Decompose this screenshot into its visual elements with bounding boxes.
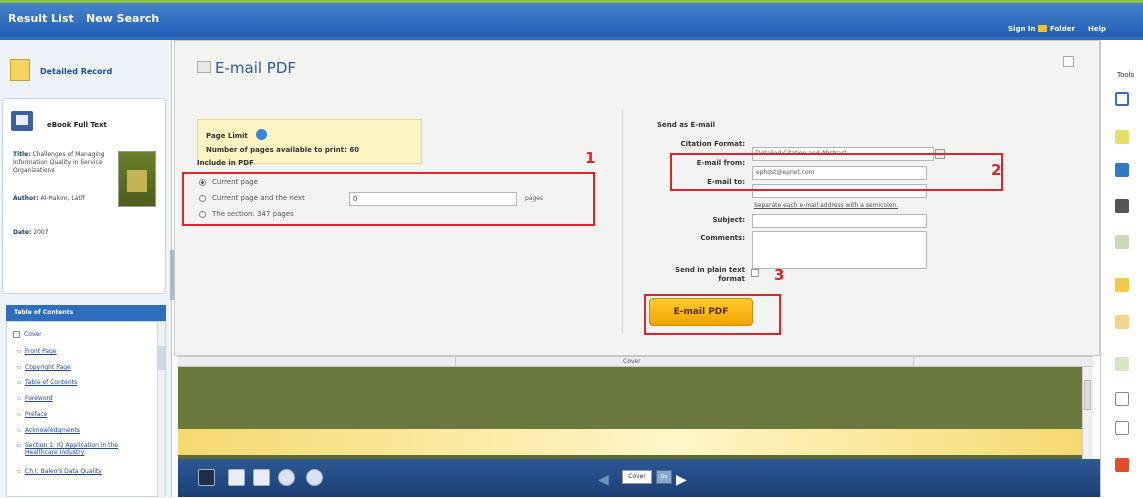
top-navigation-bar: Result List New Search Sign In Folder He… <box>0 0 1143 37</box>
segment-divider <box>913 357 914 367</box>
toc-cover-node[interactable]: Cover <box>13 331 42 338</box>
viewer-section-bar: Cover <box>178 356 1093 367</box>
folder-icon[interactable] <box>1038 25 1047 32</box>
close-icon[interactable] <box>1063 56 1074 67</box>
left-sidebar: Detailed Record eBook Full Text Title: C… <box>0 40 172 498</box>
pdf-icon <box>197 61 211 73</box>
book-page-view <box>178 367 1082 429</box>
folder-tool-icon[interactable] <box>1115 278 1129 292</box>
previous-page-icon[interactable]: ◀ <box>598 472 609 488</box>
viewer-scroll-thumb[interactable] <box>1084 380 1091 410</box>
toc-item[interactable]: Front Page <box>17 348 57 355</box>
annotation-number-2: 2 <box>991 161 1002 179</box>
zoom-in-icon[interactable] <box>306 469 323 486</box>
folder-link[interactable]: Folder <box>1050 25 1075 33</box>
page-number-box[interactable]: Cover <box>622 470 652 484</box>
annotation-box-1 <box>182 172 595 226</box>
print-tool-icon[interactable] <box>1115 199 1129 213</box>
segment-divider <box>455 357 456 367</box>
link-icon[interactable] <box>1115 392 1129 406</box>
toc-item[interactable]: Foreword <box>17 395 53 402</box>
detailed-record-label: Detailed Record <box>40 67 113 76</box>
title-meta: Title: Challenges of Managing Informatio… <box>13 151 105 174</box>
dialog-title: E-mail PDF <box>215 59 297 77</box>
single-page-icon[interactable] <box>228 469 245 486</box>
plain-text-label: Send in plain text format <box>675 266 745 283</box>
book-cover-thumbnail[interactable] <box>118 151 156 207</box>
toc-item[interactable]: Preface <box>17 411 47 418</box>
ebook-icon <box>11 111 33 131</box>
search-icon[interactable] <box>1115 92 1129 106</box>
ebook-info-box: eBook Full Text Title: Challenges of Man… <box>2 98 166 294</box>
annotation-box-2 <box>670 153 1003 191</box>
date-meta: Date: 2007 <box>13 229 49 236</box>
tools-label: Tools <box>1117 71 1135 79</box>
include-heading: Include in PDF <box>197 159 254 167</box>
subject-label: Subject: <box>712 216 745 224</box>
ebook-full-text-link[interactable]: eBook Full Text <box>47 121 107 129</box>
note-icon[interactable] <box>1115 130 1129 144</box>
detailed-record-icon <box>10 59 30 81</box>
help-link[interactable]: Help <box>1088 25 1106 33</box>
toc-list: Cover Front Page Copyright Page Table of… <box>6 321 166 498</box>
help-icon[interactable] <box>256 129 267 140</box>
comments-label: Comments: <box>700 234 745 242</box>
citation-format-label: Citation Format: <box>680 140 745 148</box>
toc-item[interactable]: Table of Contents <box>17 379 77 386</box>
share-icon[interactable] <box>1115 458 1129 472</box>
viewer-toolbar: ◀ Cover Go ▶ <box>178 459 1100 497</box>
column-divider <box>622 109 623 334</box>
subject-field[interactable] <box>752 214 927 228</box>
page-icon[interactable] <box>253 469 270 486</box>
annotation-number-3: 3 <box>774 266 785 284</box>
detailed-record-link[interactable]: Detailed Record <box>6 54 166 84</box>
toc-scrollbar[interactable] <box>157 322 165 498</box>
page-limit-label: Page Limit <box>206 132 248 140</box>
toc-item[interactable]: Section 1: IQ Application in the Healthc… <box>17 442 145 456</box>
next-page-icon[interactable]: ▶ <box>676 472 687 488</box>
collapse-icon[interactable] <box>13 331 20 338</box>
export-icon[interactable] <box>1115 315 1129 329</box>
permalink-icon[interactable] <box>1115 421 1129 435</box>
email-to-hint: Separate each e-mail address with a semi… <box>754 202 899 209</box>
dictionary-icon[interactable] <box>1115 163 1129 177</box>
send-as-heading: Send as E-mail <box>657 121 716 129</box>
annotation-box-3 <box>644 294 781 335</box>
print-icon[interactable] <box>198 469 215 486</box>
top-accent-line <box>0 0 1143 3</box>
annotation-number-1: 1 <box>585 149 596 167</box>
result-list-link[interactable]: Result List <box>8 12 74 25</box>
toc-item[interactable]: Ch I: Baleo's Data Quality <box>17 468 102 475</box>
new-search-link[interactable]: New Search <box>86 12 159 25</box>
viewer-section-label: Cover <box>623 358 641 365</box>
cite-icon[interactable] <box>1115 357 1129 371</box>
toc-scroll-thumb[interactable] <box>157 346 165 370</box>
book-page-band <box>178 429 1082 455</box>
page-limit-box: Page Limit Number of pages available to … <box>197 119 422 164</box>
sign-in-link[interactable]: Sign In <box>1008 25 1035 33</box>
plain-text-checkbox[interactable] <box>751 269 759 277</box>
comments-field[interactable] <box>752 231 927 269</box>
save-icon[interactable] <box>1115 235 1129 249</box>
author-meta: Author: Al-Hakim, Latif <box>13 195 85 202</box>
toc-item[interactable]: Copyright Page <box>17 364 71 371</box>
zoom-out-icon[interactable] <box>278 469 295 486</box>
toc-heading: Table of Contents <box>6 305 166 321</box>
pages-available-text: Number of pages available to print: 60 <box>206 146 360 154</box>
go-button[interactable]: Go <box>656 470 672 484</box>
toc-item[interactable]: Acknowledgments <box>17 427 80 434</box>
